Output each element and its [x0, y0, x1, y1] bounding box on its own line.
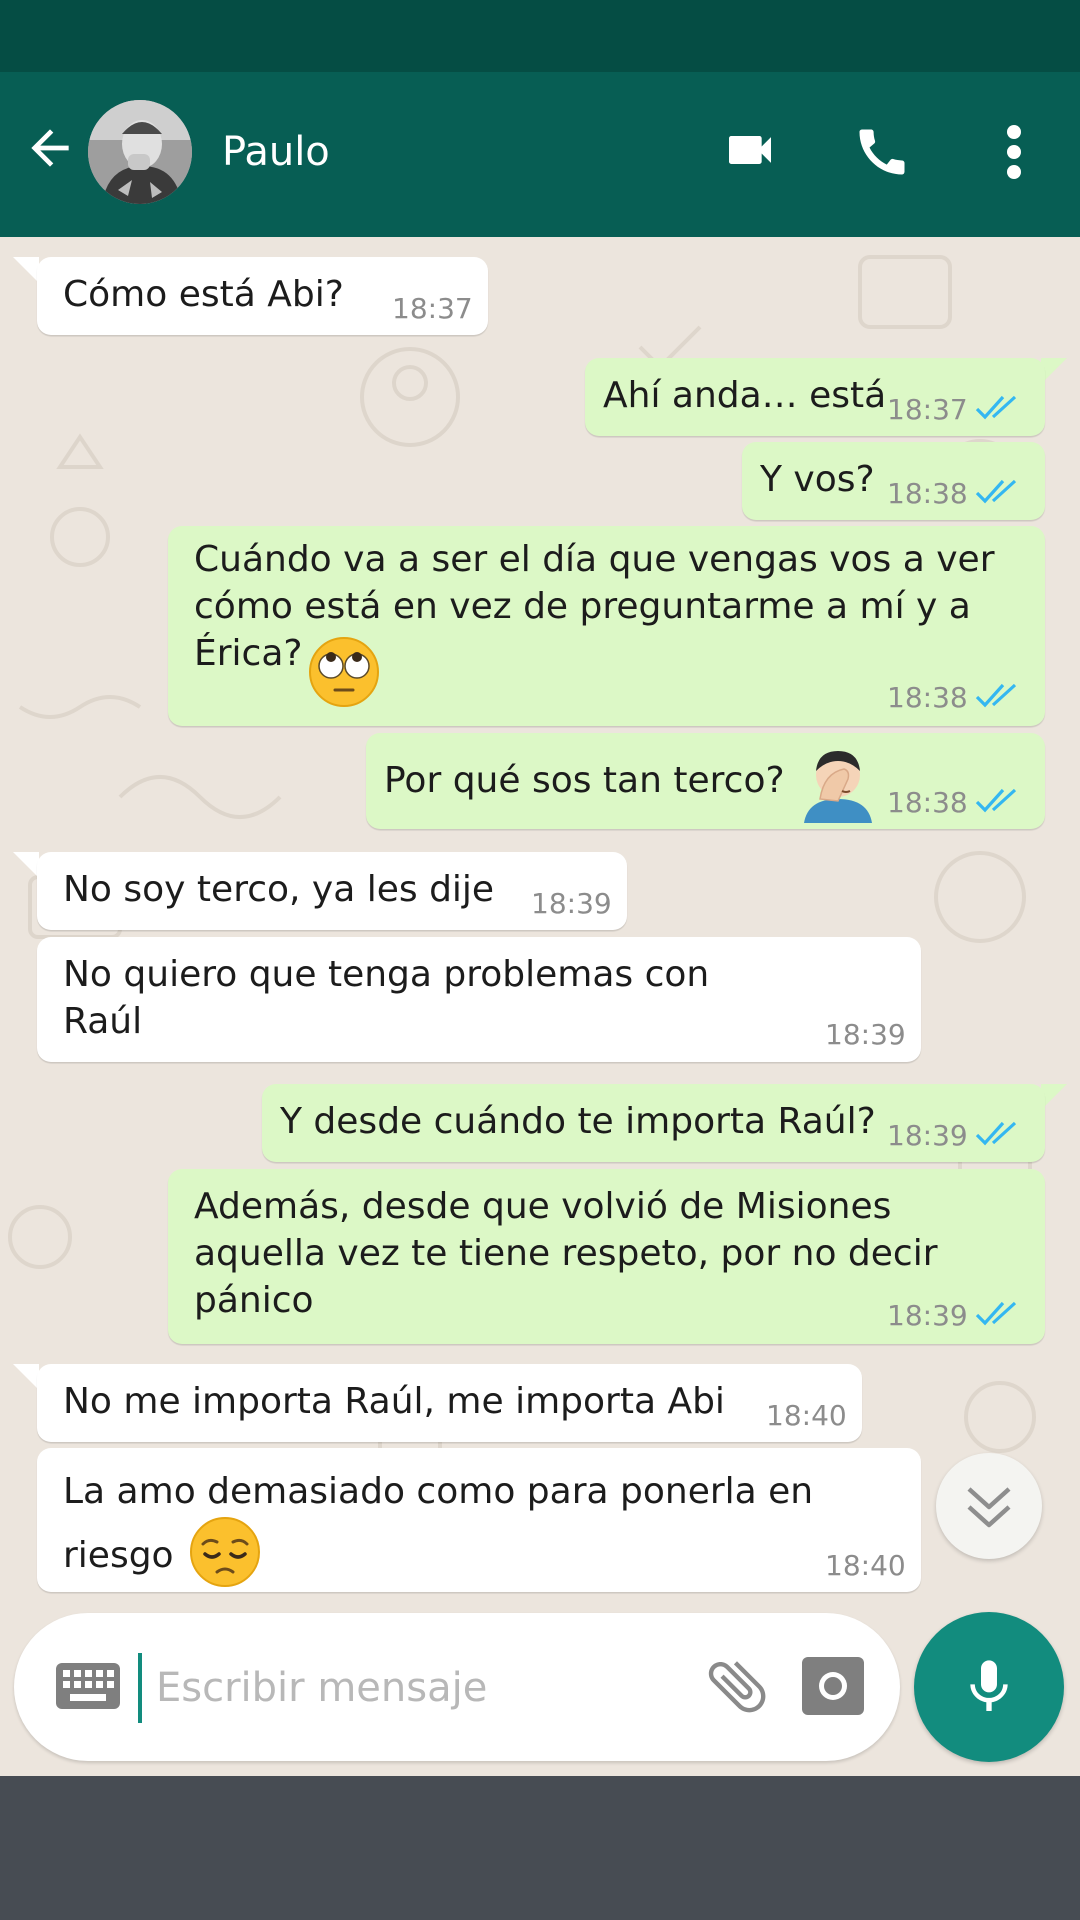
contact-name[interactable]: Paulo — [222, 128, 330, 176]
voice-message-button[interactable] — [914, 1612, 1064, 1762]
message-time: 18:39 — [887, 1299, 968, 1332]
pensive-face-icon — [190, 1517, 260, 1587]
message-time: 18:38 — [887, 477, 968, 510]
message-text: La amo demasiado como para ponerla en ri… — [63, 1471, 814, 1576]
bubble-tail — [13, 852, 39, 878]
message-time: 18:37 — [392, 292, 473, 325]
more-vert-icon[interactable] — [996, 122, 1032, 182]
message-bubble-outgoing[interactable]: Cuándo va a ser el día que vengas vos a … — [168, 526, 1045, 726]
message-time: 18:37 — [887, 393, 968, 426]
message-text: No soy terco, ya les dije — [63, 869, 495, 910]
read-ticks-icon — [975, 1121, 1017, 1146]
message-text: Cómo está Abi? — [63, 274, 344, 315]
message-bubble-outgoing[interactable]: Y desde cuándo te importa Raúl? 18:39 — [262, 1084, 1045, 1162]
system-navigation-bar — [0, 1776, 1080, 1920]
arrow-left-icon[interactable] — [22, 120, 78, 176]
message-text: No quiero que tenga problemas con Raúl — [63, 954, 710, 1042]
message-bubble-outgoing[interactable]: Ahí anda… está 18:37 — [585, 358, 1045, 436]
message-input[interactable] — [138, 1653, 696, 1723]
read-ticks-icon — [975, 683, 1017, 708]
message-bubble-incoming[interactable]: Cómo está Abi? 18:37 — [37, 257, 488, 335]
read-ticks-icon — [975, 479, 1017, 504]
keyboard-icon[interactable] — [56, 1663, 120, 1709]
bubble-tail — [13, 1364, 39, 1390]
scroll-to-bottom-button[interactable] — [936, 1453, 1042, 1559]
message-time: 18:39 — [531, 887, 612, 920]
message-bubble-incoming[interactable]: No me importa Raúl, me importa Abi 18:40 — [37, 1364, 862, 1442]
videocam-icon[interactable] — [720, 122, 780, 178]
message-text: No me importa Raúl, me importa Abi — [63, 1381, 725, 1422]
chat-header: Paulo — [0, 72, 1080, 237]
paperclip-icon[interactable] — [702, 1651, 772, 1721]
chevron-double-down-icon — [967, 1487, 1011, 1528]
message-text: Por qué sos tan terco? — [384, 760, 785, 801]
read-ticks-icon — [975, 788, 1017, 813]
message-time: 18:39 — [887, 1119, 968, 1152]
status-bar — [0, 0, 1080, 72]
message-text: Además, desde que volvió de Misiones aqu… — [194, 1186, 938, 1321]
message-time: 18:40 — [825, 1549, 906, 1582]
camera-icon[interactable] — [802, 1657, 864, 1715]
message-bubble-incoming[interactable]: No quiero que tenga problemas con Raúl 1… — [37, 937, 921, 1062]
man-facepalming-icon — [804, 751, 872, 823]
message-time: 18:38 — [887, 681, 968, 714]
avatar-photo — [88, 100, 192, 204]
phone-icon[interactable] — [852, 122, 912, 182]
message-text: Y desde cuándo te importa Raúl? — [280, 1101, 876, 1142]
message-bubble-incoming[interactable]: La amo demasiado como para ponerla en ri… — [37, 1448, 921, 1592]
bubble-tail — [13, 257, 39, 283]
message-text: Y vos? — [760, 459, 875, 500]
message-time: 18:38 — [887, 786, 968, 819]
message-bubble-outgoing[interactable]: Y vos? 18:38 — [742, 442, 1045, 520]
message-bubble-outgoing[interactable]: Además, desde que volvió de Misiones aqu… — [168, 1169, 1045, 1344]
message-bubble-incoming[interactable]: No soy terco, ya les dije 18:39 — [37, 852, 627, 930]
message-list[interactable]: Cómo está Abi? 18:37 Ahí anda… está 18:3… — [0, 237, 1080, 1777]
microphone-icon — [970, 1660, 1008, 1711]
avatar[interactable] — [88, 100, 192, 204]
read-ticks-icon — [975, 395, 1017, 420]
face-with-rolling-eyes-icon — [309, 637, 379, 707]
message-text: Ahí anda… está — [603, 375, 887, 416]
read-ticks-icon — [975, 1301, 1017, 1326]
message-composer — [14, 1613, 900, 1761]
message-time: 18:40 — [766, 1399, 847, 1432]
message-bubble-outgoing[interactable]: Por qué sos tan terco? 18:38 — [366, 733, 1045, 829]
message-time: 18:39 — [825, 1018, 906, 1051]
